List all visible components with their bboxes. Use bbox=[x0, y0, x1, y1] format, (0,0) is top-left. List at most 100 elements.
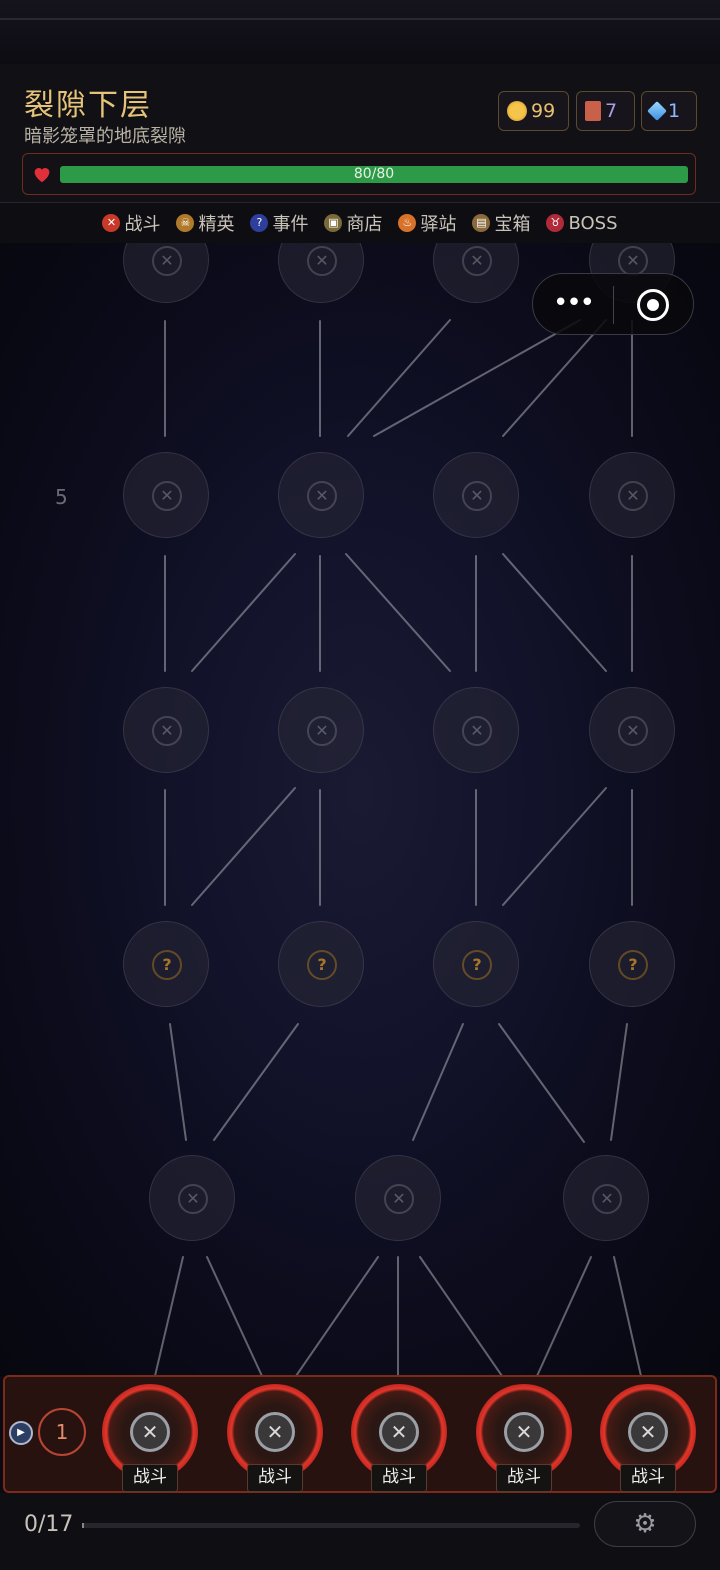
crossed-swords-icon: ✕ bbox=[462, 481, 492, 511]
gem-counter: 1 bbox=[641, 91, 697, 131]
gold-value: 99 bbox=[531, 100, 556, 122]
crossed-swords-icon: ✕ bbox=[102, 214, 121, 232]
path-line bbox=[345, 553, 451, 672]
map-node-combat[interactable]: ✕ bbox=[355, 1155, 441, 1241]
next-node-option[interactable]: ✕ 战斗 bbox=[94, 1380, 206, 1492]
choice-count: 1 bbox=[38, 1408, 86, 1456]
card-value: 7 bbox=[605, 100, 618, 122]
legend-item: ✕ 战斗 bbox=[102, 210, 160, 236]
map-node-event[interactable]: ? bbox=[278, 921, 364, 1007]
heart-icon bbox=[34, 168, 50, 183]
map-node-combat[interactable]: ✕ bbox=[278, 452, 364, 538]
path-line bbox=[502, 787, 607, 906]
map-node-combat[interactable]: ✕ bbox=[433, 687, 519, 773]
top-decor-band bbox=[0, 0, 720, 65]
legend-label: 精英 bbox=[198, 214, 235, 235]
next-node-option[interactable]: ✕ 战斗 bbox=[219, 1380, 331, 1492]
progress-track bbox=[82, 1523, 580, 1528]
crossed-swords-icon: ✕ bbox=[618, 481, 648, 511]
gear-icon: ⚙ bbox=[633, 1509, 657, 1539]
map-node-combat[interactable]: ✕ bbox=[589, 687, 675, 773]
path-line bbox=[213, 1023, 299, 1141]
skull-icon: ☠ bbox=[176, 214, 195, 232]
legend-item: ? 事件 bbox=[250, 210, 308, 236]
crossed-swords-icon: ✕ bbox=[307, 246, 337, 276]
crossed-swords-icon: ✕ bbox=[379, 1412, 419, 1452]
path-line bbox=[373, 319, 581, 437]
question-icon: ? bbox=[152, 950, 182, 980]
path-line bbox=[613, 1256, 642, 1376]
legend-label: 驿站 bbox=[420, 214, 457, 235]
mini-program-capsule: ••• bbox=[532, 273, 694, 335]
crossed-swords-icon: ✕ bbox=[255, 1412, 295, 1452]
map-node-combat[interactable]: ✕ bbox=[589, 452, 675, 538]
settings-button[interactable]: ⚙ bbox=[594, 1501, 696, 1547]
crossed-swords-icon: ✕ bbox=[618, 716, 648, 746]
legend-label: 商店 bbox=[346, 214, 383, 235]
question-icon: ? bbox=[250, 214, 269, 232]
legend-item: ♉ BOSS bbox=[546, 212, 618, 234]
crossed-swords-icon: ✕ bbox=[462, 716, 492, 746]
path-line bbox=[502, 553, 607, 672]
crossed-swords-icon: ✕ bbox=[628, 1412, 668, 1452]
map-node-combat[interactable]: ✕ bbox=[563, 1155, 649, 1241]
legend-label: 宝箱 bbox=[494, 214, 531, 235]
hp-bar: 80/80 bbox=[22, 153, 696, 195]
gold-coin-icon bbox=[507, 101, 527, 121]
progress-text: 0/17 bbox=[24, 1512, 74, 1537]
gem-value: 1 bbox=[668, 100, 681, 122]
crossed-swords-icon: ✕ bbox=[152, 481, 182, 511]
map-node-combat[interactable]: ✕ bbox=[123, 452, 209, 538]
shop-cart-icon: ▣ bbox=[324, 214, 343, 232]
path-line bbox=[347, 319, 451, 437]
crossed-swords-icon: ✕ bbox=[592, 1184, 622, 1214]
map-area[interactable]: ✕ ✕ ✕ ✕ ✕ ✕ ✕ ✕ ✕ ✕ ✕ ✕ ? ? ? ? ✕ ✕ ✕ 5 bbox=[0, 243, 720, 1376]
path-line bbox=[206, 1256, 263, 1376]
gold-counter: 99 bbox=[498, 91, 569, 131]
demon-icon: ♉ bbox=[546, 214, 565, 232]
crossed-swords-icon: ✕ bbox=[307, 481, 337, 511]
path-line bbox=[154, 1256, 184, 1376]
path-line bbox=[412, 1023, 464, 1141]
path-line bbox=[419, 1256, 503, 1376]
legend-item: ☠ 精英 bbox=[176, 210, 234, 236]
crossed-swords-icon: ✕ bbox=[152, 716, 182, 746]
crossed-swords-icon: ✕ bbox=[504, 1412, 544, 1452]
path-line bbox=[191, 787, 296, 906]
crossed-swords-icon: ✕ bbox=[618, 246, 648, 276]
map-node-combat[interactable]: ✕ bbox=[123, 687, 209, 773]
map-node-combat[interactable]: ✕ bbox=[149, 1155, 235, 1241]
option-label: 战斗 bbox=[247, 1464, 303, 1492]
page-title: 裂隙下层 bbox=[24, 88, 152, 123]
map-node-event[interactable]: ? bbox=[589, 921, 675, 1007]
map-node-combat[interactable]: ✕ bbox=[433, 452, 519, 538]
path-line bbox=[536, 1256, 592, 1376]
legend-label: BOSS bbox=[568, 212, 618, 234]
close-target-button[interactable] bbox=[637, 289, 669, 321]
legend-item: ♨ 驿站 bbox=[398, 210, 456, 236]
legend-item: ▣ 商店 bbox=[324, 210, 382, 236]
next-node-option[interactable]: ✕ 战斗 bbox=[592, 1380, 704, 1492]
next-node-option[interactable]: ✕ 战斗 bbox=[468, 1380, 580, 1492]
question-icon: ? bbox=[618, 950, 648, 980]
crossed-swords-icon: ✕ bbox=[130, 1412, 170, 1452]
crossed-swords-icon: ✕ bbox=[178, 1184, 208, 1214]
path-line bbox=[295, 1256, 379, 1376]
card-deck-icon bbox=[585, 101, 601, 121]
next-node-option[interactable]: ✕ 战斗 bbox=[343, 1380, 455, 1492]
path-line bbox=[610, 1023, 628, 1141]
map-node-event[interactable]: ? bbox=[123, 921, 209, 1007]
map-node-event[interactable]: ? bbox=[433, 921, 519, 1007]
card-counter: 7 bbox=[576, 91, 635, 131]
crossed-swords-icon: ✕ bbox=[384, 1184, 414, 1214]
legend-label: 事件 bbox=[272, 214, 309, 235]
crossed-swords-icon: ✕ bbox=[307, 716, 337, 746]
play-icon[interactable]: ▶ bbox=[9, 1421, 33, 1445]
map-node-combat[interactable]: ✕ bbox=[278, 687, 364, 773]
path-line bbox=[498, 1023, 585, 1143]
option-label: 战斗 bbox=[122, 1464, 178, 1492]
campfire-icon: ♨ bbox=[398, 214, 417, 232]
diamond-icon bbox=[647, 101, 667, 121]
question-icon: ? bbox=[307, 950, 337, 980]
more-menu-button[interactable]: ••• bbox=[553, 288, 595, 318]
